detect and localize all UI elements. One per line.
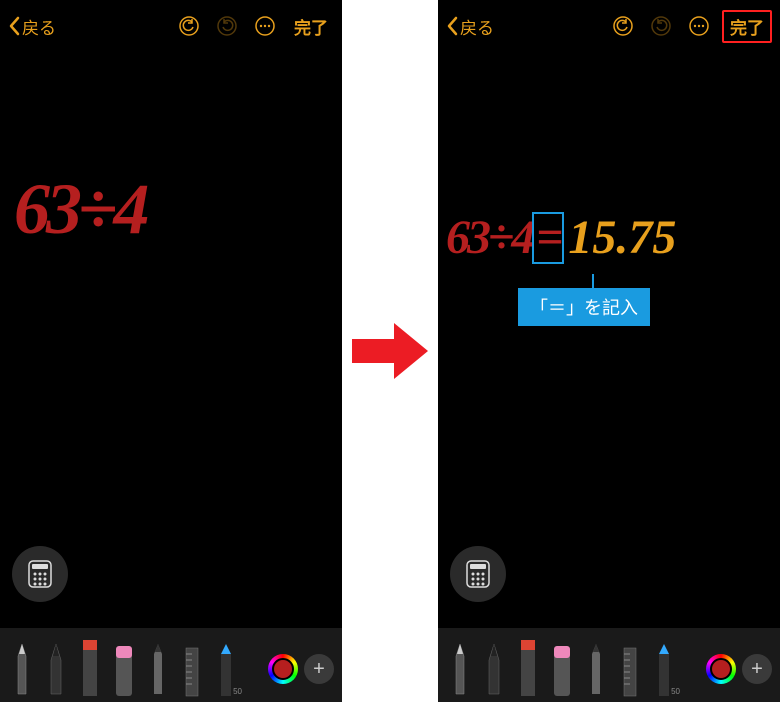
phone-screen-before: 戻る 完了 63÷4 50 + — [0, 0, 342, 702]
back-button[interactable]: 戻る — [446, 14, 494, 39]
ellipsis-icon — [688, 15, 710, 37]
arrow-right-icon — [350, 319, 430, 383]
tool-marker[interactable] — [76, 640, 104, 698]
more-button[interactable] — [250, 11, 280, 41]
back-button[interactable]: 戻る — [8, 14, 56, 39]
tool-ruler[interactable] — [616, 640, 644, 698]
tool-fountain-pen[interactable] — [480, 640, 508, 698]
tool-highlighter[interactable]: 50 — [212, 640, 240, 698]
drawing-canvas[interactable]: 63÷4 — [0, 52, 342, 552]
tool-pen[interactable] — [446, 640, 474, 698]
calculator-button[interactable] — [450, 546, 506, 602]
redo-button[interactable] — [212, 11, 242, 41]
ellipsis-icon — [254, 15, 276, 37]
undo-icon — [178, 15, 200, 37]
tool-fountain-pen[interactable] — [42, 640, 70, 698]
tool-marker[interactable] — [514, 640, 542, 698]
tool-pen[interactable] — [8, 640, 36, 698]
back-label: 戻る — [460, 14, 494, 39]
handwritten-equation-with-result: 63÷4 = 15.75 — [446, 210, 676, 265]
done-button[interactable]: 完了 — [288, 12, 334, 41]
chevron-left-icon — [8, 16, 20, 36]
undo-button[interactable] — [174, 11, 204, 41]
color-picker[interactable] — [706, 654, 736, 684]
back-label: 戻る — [22, 14, 56, 39]
redo-icon — [650, 15, 672, 37]
drawing-canvas[interactable]: 63÷4 = 15.75 「＝」を記入 — [438, 52, 780, 552]
tool-pencil[interactable] — [582, 640, 610, 698]
calculator-icon — [27, 559, 53, 589]
color-picker[interactable] — [268, 654, 298, 684]
calculator-icon — [465, 559, 491, 589]
equation-text: 63÷4 — [446, 210, 532, 265]
tool-size-label: 50 — [233, 687, 242, 696]
tool-eraser[interactable] — [548, 640, 576, 698]
more-button[interactable] — [684, 11, 714, 41]
tool-size-label: 50 — [671, 687, 680, 696]
tool-eraser[interactable] — [110, 640, 138, 698]
drawing-toolbar: 50 + — [0, 628, 342, 702]
chevron-left-icon — [446, 16, 458, 36]
redo-icon — [216, 15, 238, 37]
tool-pencil[interactable] — [144, 640, 172, 698]
redo-button[interactable] — [646, 11, 676, 41]
equals-sign-highlighted: = — [532, 212, 564, 264]
add-tool-button[interactable]: + — [304, 654, 334, 684]
top-bar: 戻る 完了 — [0, 0, 342, 52]
drawing-toolbar: 50 + — [438, 628, 780, 702]
undo-button[interactable] — [608, 11, 638, 41]
tool-ruler[interactable] — [178, 640, 206, 698]
calculated-result: 15.75 — [568, 210, 676, 265]
handwritten-equation: 63÷4 — [14, 168, 146, 251]
undo-icon — [612, 15, 634, 37]
top-bar: 戻る 完了 — [438, 0, 780, 52]
calculator-button[interactable] — [12, 546, 68, 602]
done-button-highlighted[interactable]: 完了 — [722, 10, 772, 43]
annotation-callout: 「＝」を記入 — [518, 288, 650, 326]
phone-screen-after: 戻る 完了 63÷4 = 15.75 「＝」を記入 — [438, 0, 780, 702]
add-tool-button[interactable]: + — [742, 654, 772, 684]
tool-highlighter[interactable]: 50 — [650, 640, 678, 698]
